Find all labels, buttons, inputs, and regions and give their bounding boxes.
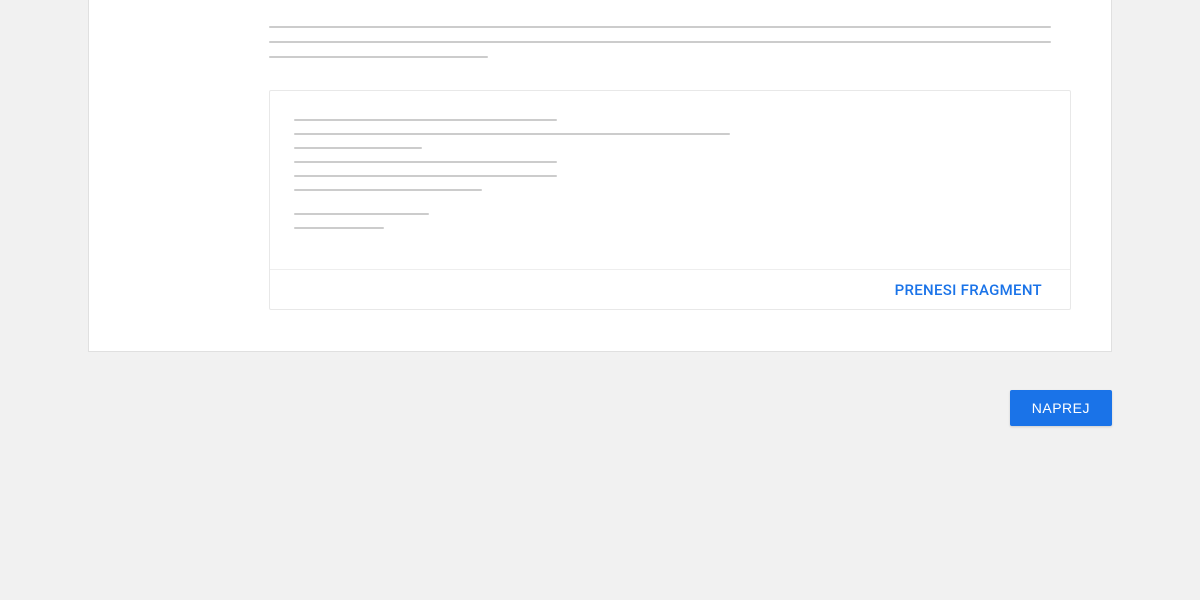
- placeholder-line: [294, 119, 557, 121]
- code-footer: PRENESI FRAGMENT: [270, 269, 1070, 309]
- next-button[interactable]: NAPREJ: [1010, 390, 1112, 426]
- action-row: NAPREJ: [88, 390, 1112, 426]
- code-body: [270, 91, 1070, 269]
- code-snippet-card: PRENESI FRAGMENT: [269, 90, 1071, 310]
- placeholder-line: [294, 161, 557, 163]
- placeholder-line: [294, 213, 429, 215]
- placeholder-line: [269, 56, 488, 58]
- placeholder-line: [294, 147, 422, 149]
- placeholder-line: [269, 26, 1051, 28]
- placeholder-line: [294, 175, 557, 177]
- content-area: PRENESI FRAGMENT: [89, 26, 1111, 310]
- download-fragment-link[interactable]: PRENESI FRAGMENT: [895, 281, 1042, 299]
- placeholder-line: [294, 227, 384, 229]
- description-placeholder: [269, 26, 1051, 58]
- placeholder-line: [294, 133, 730, 135]
- placeholder-line: [269, 41, 1051, 43]
- placeholder-line: [294, 189, 482, 191]
- main-panel: PRENESI FRAGMENT: [88, 0, 1112, 352]
